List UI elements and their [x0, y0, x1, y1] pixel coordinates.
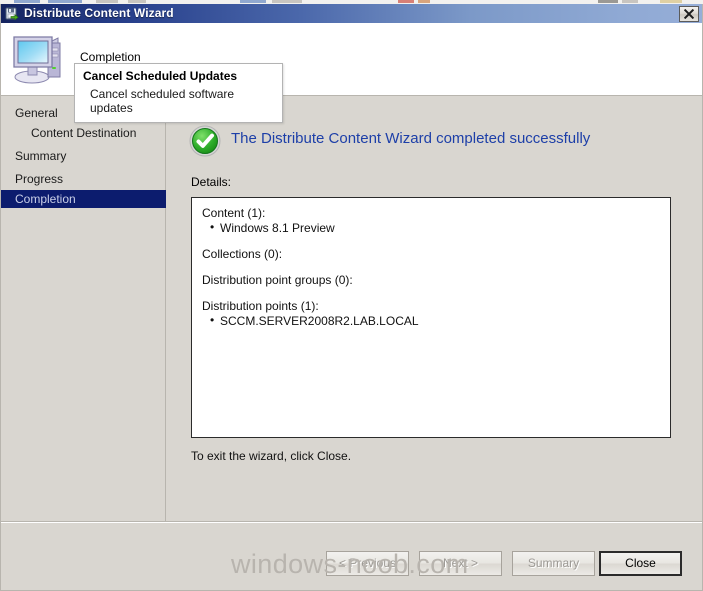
details-box[interactable]: Content (1):Windows 8.1 Preview Collectio…	[191, 197, 671, 438]
result-title: The Distribute Content Wizard completed …	[231, 130, 590, 147]
page-title: Completion	[80, 50, 141, 64]
exit-note: To exit the wizard, click Close.	[191, 449, 351, 463]
distribute-content-icon	[5, 7, 19, 21]
computer-icon	[10, 27, 72, 89]
details-group-heading: Collections (0):	[202, 247, 660, 262]
sidebar-item-label: General	[15, 106, 58, 120]
details-group: Collections (0):	[202, 247, 660, 262]
list-item: Windows 8.1 Preview	[220, 221, 660, 236]
sidebar-item-label: Progress	[15, 172, 63, 186]
details-group-heading: Distribution points (1):	[202, 299, 660, 314]
list-item: SCCM.SERVER2008R2.LAB.LOCAL	[220, 314, 660, 329]
wizard-footer: < Previous Next > Summary Close	[1, 523, 702, 590]
window-title: Distribute Content Wizard	[24, 6, 174, 20]
wizard-step-nav: General Content Destination Summary Prog…	[1, 96, 166, 521]
sidebar-item-summary[interactable]: Summary	[1, 147, 166, 165]
details-content: Content (1):Windows 8.1 Preview Collectio…	[192, 198, 670, 337]
details-group: Distribution points (1):SCCM.SERVER2008R…	[202, 299, 660, 329]
sidebar-item-content-destination[interactable]: Content Destination	[1, 124, 166, 142]
previous-button[interactable]: < Previous	[326, 551, 409, 576]
wizard-main-panel: The Distribute Content Wizard completed …	[167, 96, 702, 521]
details-group: Content (1):Windows 8.1 Preview	[202, 206, 660, 236]
summary-button[interactable]: Summary	[512, 551, 595, 576]
details-label: Details:	[191, 175, 231, 189]
close-icon	[684, 9, 694, 19]
sidebar-item-label: Content Destination	[31, 126, 136, 140]
details-group-heading: Content (1):	[202, 206, 660, 221]
details-group-list: SCCM.SERVER2008R2.LAB.LOCAL	[202, 314, 660, 329]
close-wizard-button[interactable]: Close	[599, 551, 682, 576]
tooltip-body: Cancel scheduled software updates	[83, 87, 274, 115]
close-button[interactable]	[679, 6, 699, 22]
sidebar-item-progress[interactable]: Progress	[1, 170, 166, 188]
title-bar[interactable]: Distribute Content Wizard	[1, 4, 702, 23]
tooltip-cancel-scheduled-updates: Cancel Scheduled Updates Cancel schedule…	[74, 63, 283, 123]
next-button[interactable]: Next >	[419, 551, 502, 576]
details-group: Distribution point groups (0):	[202, 273, 660, 288]
tooltip-title: Cancel Scheduled Updates	[83, 69, 274, 83]
details-group-heading: Distribution point groups (0):	[202, 273, 660, 288]
success-check-icon	[189, 125, 221, 157]
sidebar-item-label: Completion	[15, 192, 76, 206]
details-group-list: Windows 8.1 Preview	[202, 221, 660, 236]
distribute-content-wizard-window: Distribute Content Wizard	[0, 0, 703, 591]
sidebar-item-completion[interactable]: Completion	[1, 190, 166, 208]
sidebar-item-label: Summary	[15, 149, 66, 163]
